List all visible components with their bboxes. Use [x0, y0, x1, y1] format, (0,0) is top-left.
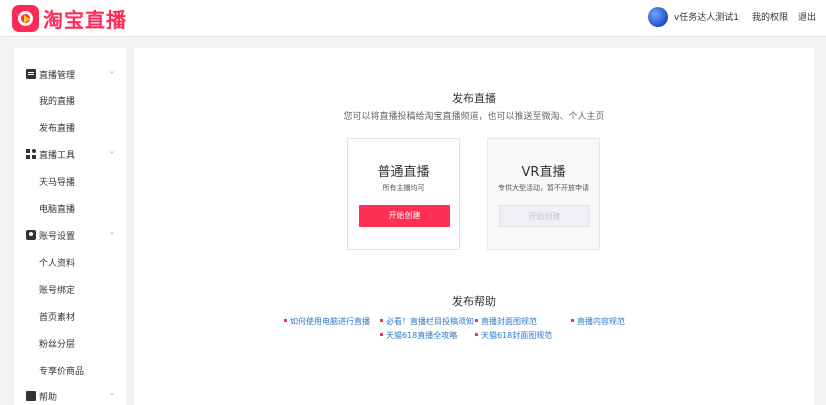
publish-subtitle: 您可以将直播投稿给淘宝直播频道，也可以推送至微淘、个人主页: [343, 112, 605, 122]
sidebar-section-account-settings[interactable]: 账号设置 ⌄: [14, 226, 126, 244]
logo-icon: [12, 4, 39, 32]
sidebar-section-label: 账号设置: [39, 232, 76, 242]
card-title: 普通直播: [377, 165, 430, 180]
help-link[interactable]: 如何使用电脑进行直播: [284, 316, 370, 327]
sidebar-item-profile[interactable]: 个人资料: [39, 256, 75, 269]
sidebar-item-tianma[interactable]: 天马导播: [39, 175, 75, 188]
help-link[interactable]: 天猫618封面图规范: [475, 330, 552, 341]
top-header: 淘宝直播 v任务达人测试1 我的权限 退出: [0, 0, 826, 37]
sidebar-section-help[interactable]: 帮助 ⌄: [14, 387, 126, 405]
sidebar-section-label: 帮助: [39, 393, 58, 403]
vr-live-card: VR直播 专供大型活动，暂不开放申请 开始创建: [487, 138, 600, 250]
card-title: VR直播: [521, 165, 566, 180]
sidebar-item-publish-live[interactable]: 发布直播: [39, 121, 75, 134]
sidebar: 直播管理 ⌄ 我的直播 发布直播 直播工具 ⌄ 天马导播 电脑直播 账号设置 ⌄…: [14, 48, 126, 405]
sidebar-section-label: 直播工具: [39, 151, 76, 161]
sidebar-section-live-management[interactable]: 直播管理 ⌄: [14, 65, 126, 83]
user-name[interactable]: v任务达人测试1: [674, 10, 739, 23]
user-area: v任务达人测试1 我的权限 退出: [647, 0, 820, 33]
help-link[interactable]: 必看！直播栏目投稿须知: [380, 316, 474, 327]
my-permissions-link[interactable]: 我的权限: [752, 10, 788, 23]
live-icon: [26, 69, 36, 79]
publish-title: 发布直播: [452, 92, 496, 105]
logo-text: 淘宝直播: [43, 7, 127, 32]
taobao-live-logo[interactable]: 淘宝直播: [12, 4, 127, 32]
help-link[interactable]: 直播内容规范: [571, 316, 625, 327]
sidebar-item-pc-live[interactable]: 电脑直播: [39, 202, 75, 215]
sidebar-item-fan-tiers[interactable]: 粉丝分层: [39, 337, 75, 350]
sidebar-item-account-binding[interactable]: 账号绑定: [39, 283, 75, 296]
chevron-down-icon: ⌄: [109, 389, 115, 397]
create-normal-live-button[interactable]: 开始创建: [359, 205, 450, 227]
chevron-down-icon: ⌄: [109, 67, 115, 75]
card-desc: 专供大型活动，暂不开放申请: [498, 184, 589, 192]
help-icon: [26, 391, 36, 401]
logout-link[interactable]: 退出: [798, 10, 816, 23]
account-icon: [26, 230, 36, 240]
sidebar-section-live-tools[interactable]: 直播工具 ⌄: [14, 145, 126, 163]
sidebar-section-label: 直播管理: [39, 71, 76, 81]
avatar[interactable]: [647, 6, 668, 27]
normal-live-card: 普通直播 所有主播均可 开始创建: [347, 138, 460, 250]
help-title: 发布帮助: [452, 295, 496, 308]
help-link[interactable]: 直播封面图规范: [475, 316, 537, 327]
sidebar-item-homepage-material[interactable]: 首页素材: [39, 310, 75, 323]
help-link[interactable]: 天猫618直播全攻略: [380, 330, 457, 341]
chevron-down-icon: ⌄: [109, 228, 115, 236]
main-panel: 发布直播 您可以将直播投稿给淘宝直播频道，也可以推送至微淘、个人主页 普通直播 …: [134, 48, 814, 405]
chevron-down-icon: ⌄: [109, 147, 115, 155]
card-desc: 所有主播均可: [382, 184, 425, 192]
tools-icon: [26, 149, 36, 159]
sidebar-item-my-live[interactable]: 我的直播: [39, 94, 75, 107]
sidebar-item-exclusive-price[interactable]: 专享价商品: [39, 364, 84, 377]
create-vr-live-button: 开始创建: [499, 205, 590, 227]
